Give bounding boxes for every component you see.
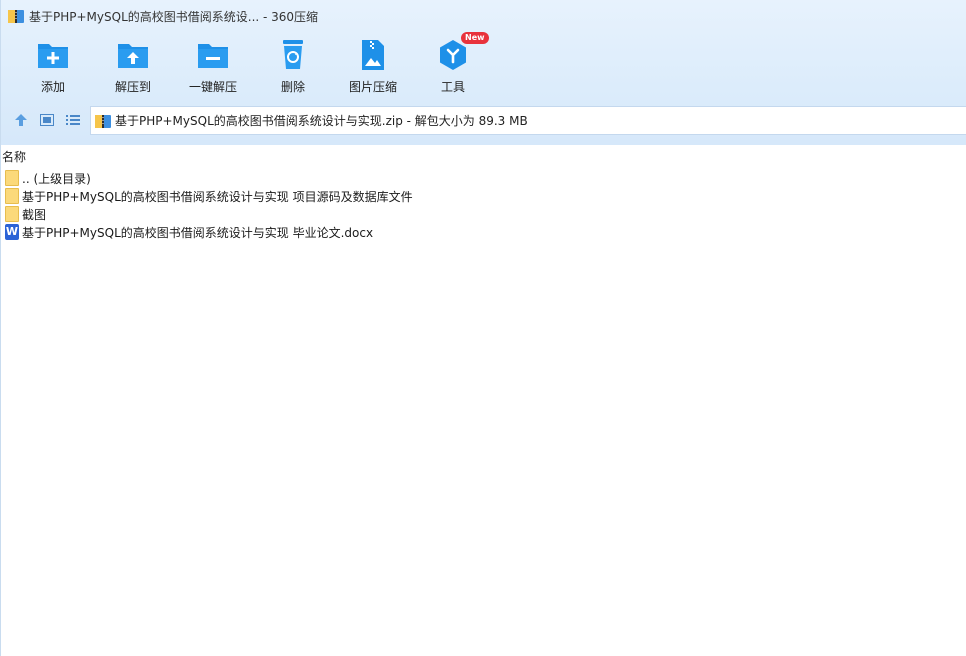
title-bar: 基于PHP+MySQL的高校图书借阅系统设... - 360压缩 bbox=[1, 0, 966, 32]
extract-to-label: 解压到 bbox=[114, 80, 151, 94]
list-item-source-folder[interactable]: 基于PHP+MySQL的高校图书借阅系统设计与实现 项目源码及数据库文件 bbox=[1, 187, 966, 205]
thumbnail-view-icon bbox=[40, 113, 54, 129]
new-badge: New bbox=[461, 32, 489, 44]
zip-archive-icon bbox=[8, 8, 24, 24]
window-title: 基于PHP+MySQL的高校图书借阅系统设... - 360压缩 bbox=[29, 9, 319, 24]
folder-icon bbox=[5, 170, 19, 186]
zip-archive-icon bbox=[95, 113, 111, 129]
delete-label: 删除 bbox=[280, 80, 305, 94]
add-button[interactable]: 添加 bbox=[13, 36, 93, 98]
folder-icon bbox=[5, 188, 19, 204]
list-view-button[interactable] bbox=[60, 108, 86, 134]
main-toolbar: 添加 解压到 一键解压 删除 图片压缩 New 工具 bbox=[13, 32, 493, 98]
list-header: 名称 bbox=[1, 145, 966, 167]
file-list: .. (上级目录) 基于PHP+MySQL的高校图书借阅系统设计与实现 项目源码… bbox=[1, 169, 966, 241]
file-name: .. (上级目录) bbox=[22, 171, 91, 186]
name-column-header[interactable]: 名称 bbox=[2, 148, 26, 165]
tools-button[interactable]: New 工具 bbox=[413, 32, 493, 98]
extract-to-button[interactable]: 解压到 bbox=[93, 36, 173, 98]
file-name: 截图 bbox=[22, 207, 47, 222]
navigation-bar: 基于PHP+MySQL的高校图书借阅系统设计与实现.zip - 解包大小为 89… bbox=[1, 106, 966, 136]
image-compress-icon bbox=[356, 38, 390, 72]
word-document-icon: W bbox=[5, 224, 19, 240]
list-item-parent-directory[interactable]: .. (上级目录) bbox=[1, 169, 966, 187]
app-window: 基于PHP+MySQL的高校图书借阅系统设... - 360压缩 添加 解压到 … bbox=[0, 0, 966, 656]
folder-icon bbox=[5, 206, 19, 222]
arrow-up-icon bbox=[14, 113, 28, 130]
add-folder-icon bbox=[36, 38, 70, 72]
image-compress-button[interactable]: 图片压缩 bbox=[333, 36, 413, 98]
file-name: 基于PHP+MySQL的高校图书借阅系统设计与实现 项目源码及数据库文件 bbox=[22, 189, 413, 204]
list-item-screenshots-folder[interactable]: 截图 bbox=[1, 205, 966, 223]
recycle-bin-icon bbox=[276, 38, 310, 72]
one-click-extract-label: 一键解压 bbox=[188, 80, 237, 94]
address-bar[interactable]: 基于PHP+MySQL的高校图书借阅系统设计与实现.zip - 解包大小为 89… bbox=[90, 106, 966, 135]
list-view-icon bbox=[66, 114, 80, 129]
up-level-button[interactable] bbox=[8, 108, 34, 134]
archive-path-text: 基于PHP+MySQL的高校图书借阅系统设计与实现.zip - 解包大小为 89… bbox=[115, 114, 528, 128]
tools-label: 工具 bbox=[440, 80, 465, 94]
one-click-extract-icon bbox=[196, 38, 230, 72]
list-item-thesis-docx[interactable]: W 基于PHP+MySQL的高校图书借阅系统设计与实现 毕业论文.docx bbox=[1, 223, 966, 241]
file-name: 基于PHP+MySQL的高校图书借阅系统设计与实现 毕业论文.docx bbox=[22, 225, 374, 240]
delete-button[interactable]: 删除 bbox=[253, 36, 333, 98]
thumbnail-view-button[interactable] bbox=[34, 108, 60, 134]
one-click-extract-button[interactable]: 一键解压 bbox=[173, 36, 253, 98]
extract-to-icon bbox=[116, 38, 150, 72]
add-label: 添加 bbox=[40, 80, 65, 94]
top-panel: 基于PHP+MySQL的高校图书借阅系统设... - 360压缩 添加 解压到 … bbox=[1, 0, 966, 145]
image-compress-label: 图片压缩 bbox=[348, 80, 397, 94]
